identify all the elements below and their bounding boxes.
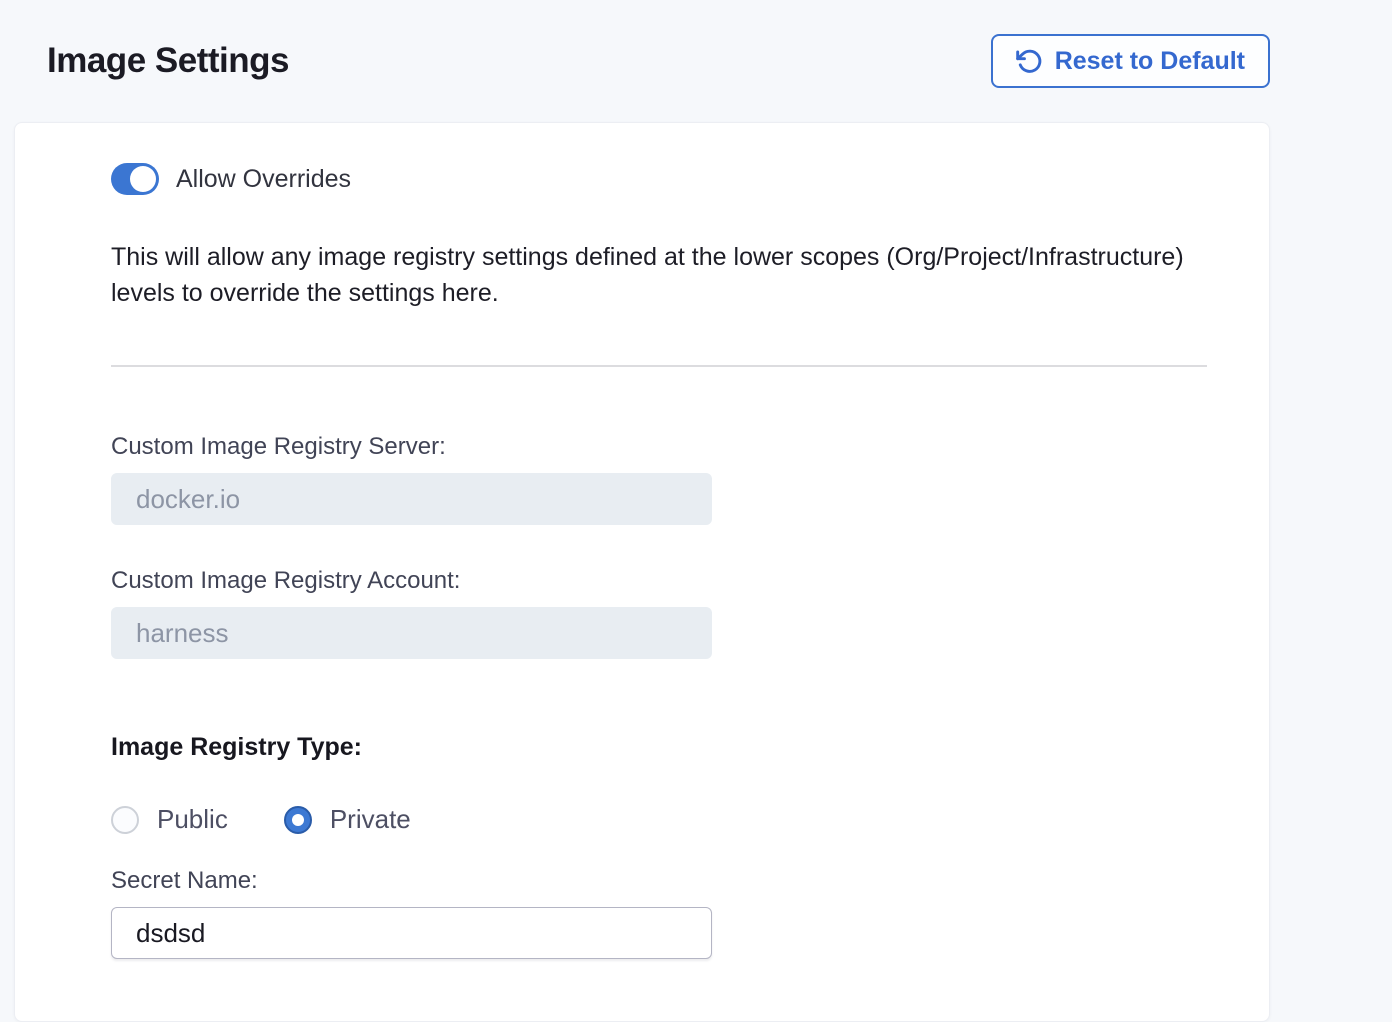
registry-type-radio-group: Public Private (111, 804, 1269, 835)
image-settings-card: Allow Overrides This will allow any imag… (14, 122, 1270, 1022)
radio-private-label: Private (330, 804, 411, 835)
rotate-counterclockwise-icon (1016, 48, 1043, 75)
overrides-description: This will allow any image registry setti… (111, 239, 1229, 311)
registry-server-label: Custom Image Registry Server: (111, 433, 1269, 461)
secret-name-input[interactable] (111, 907, 712, 959)
secret-name-label: Secret Name: (111, 867, 1269, 895)
reset-button-label: Reset to Default (1055, 47, 1245, 76)
radio-option-private[interactable]: Private (284, 804, 411, 835)
toggle-knob (130, 166, 156, 192)
header-bar: Image Settings Reset to Default (0, 0, 1392, 92)
radio-option-public[interactable]: Public (111, 804, 228, 835)
radio-public-label: Public (157, 804, 228, 835)
registry-account-input (111, 607, 712, 659)
radio-public-circle (111, 806, 139, 834)
registry-type-label: Image Registry Type: (111, 733, 1269, 762)
registry-account-label: Custom Image Registry Account: (111, 567, 1269, 595)
reset-to-default-button[interactable]: Reset to Default (991, 34, 1270, 88)
radio-private-circle (284, 806, 312, 834)
section-divider (111, 365, 1207, 367)
allow-overrides-row: Allow Overrides (111, 163, 1269, 195)
page-title: Image Settings (47, 41, 289, 81)
registry-server-input (111, 473, 712, 525)
allow-overrides-label: Allow Overrides (176, 165, 351, 194)
allow-overrides-toggle[interactable] (111, 163, 159, 195)
